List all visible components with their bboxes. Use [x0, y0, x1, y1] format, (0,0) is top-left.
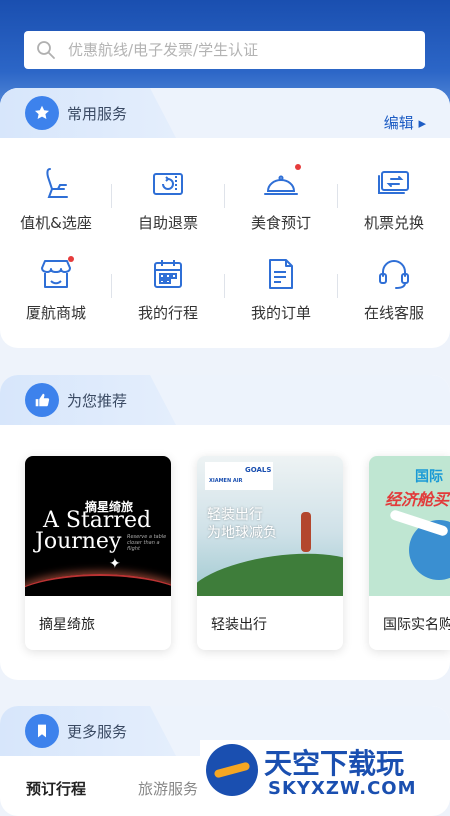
service-online-support[interactable]: 在线客服 [338, 254, 450, 323]
recommend-item-starred-journey[interactable]: 摘星绮旅 A Starred Journey Reserve a table c… [25, 456, 171, 650]
star-sparkle-icon: ✦ [109, 556, 121, 572]
edit-button[interactable]: 编辑 ▸ [384, 112, 426, 133]
watermark-logo-icon [206, 744, 258, 796]
tab-travel-service[interactable]: 旅游服务 [138, 778, 198, 799]
bookmark-icon [25, 714, 59, 748]
recommend-item-label: 国际实名购 [383, 617, 450, 633]
service-meal-booking[interactable]: 美食预订 [225, 164, 337, 233]
notification-dot [68, 256, 74, 262]
refund-ticket-icon [148, 164, 188, 204]
recommend-header: 为您推荐 [0, 375, 450, 425]
notification-dot [295, 164, 301, 170]
recommend-item-label: 摘星绮旅 [39, 617, 95, 633]
service-refund[interactable]: 自助退票 [112, 164, 224, 233]
search-input[interactable] [66, 40, 410, 60]
recommend-item-light-travel[interactable]: XIAMEN AIR GOALS 轻装出行 为地球减负 轻装出行 [197, 456, 343, 650]
shop-icon [36, 254, 76, 294]
food-cloche-icon [261, 164, 301, 204]
intl-realname-image: 国际 经济舱买 [369, 456, 450, 596]
headset-icon [374, 254, 414, 294]
service-ticket-exchange[interactable]: 机票兑换 [338, 164, 450, 233]
service-my-orders[interactable]: 我的订单 [225, 254, 337, 323]
common-services-card: 常用服务 编辑 ▸ 值机&选座 自助退票 美食预订 机票兑换 厦航商城 我的行程… [0, 88, 450, 348]
star-icon [25, 96, 59, 130]
light-travel-image: XIAMEN AIR GOALS 轻装出行 为地球减负 [197, 456, 343, 596]
watermark: 天空下载玩 SKYXZW.COM [200, 740, 450, 800]
ticket-exchange-icon [374, 164, 414, 204]
traveler-figure [301, 512, 311, 552]
tab-book-trip[interactable]: 预订行程 [26, 778, 86, 799]
thumbs-up-icon [25, 383, 59, 417]
common-services-header: 常用服务 编辑 ▸ [0, 88, 450, 138]
recommend-title: 为您推荐 [67, 392, 128, 410]
service-mall[interactable]: 厦航商城 [0, 254, 112, 323]
service-checkin-seat[interactable]: 值机&选座 [0, 164, 112, 233]
search-bar[interactable] [24, 31, 425, 69]
service-my-trips[interactable]: 我的行程 [112, 254, 224, 323]
recommend-item-intl-realname[interactable]: 国际 经济舱买 国际实名购 [369, 456, 450, 650]
common-services-title: 常用服务 [67, 105, 128, 123]
seat-icon [36, 164, 76, 204]
order-document-icon [261, 254, 301, 294]
calendar-icon [148, 254, 188, 294]
search-icon [37, 41, 55, 59]
more-services-title: 更多服务 [67, 723, 128, 741]
starred-journey-image: 摘星绮旅 A Starred Journey Reserve a table c… [25, 456, 171, 596]
recommend-item-label: 轻装出行 [211, 617, 267, 633]
